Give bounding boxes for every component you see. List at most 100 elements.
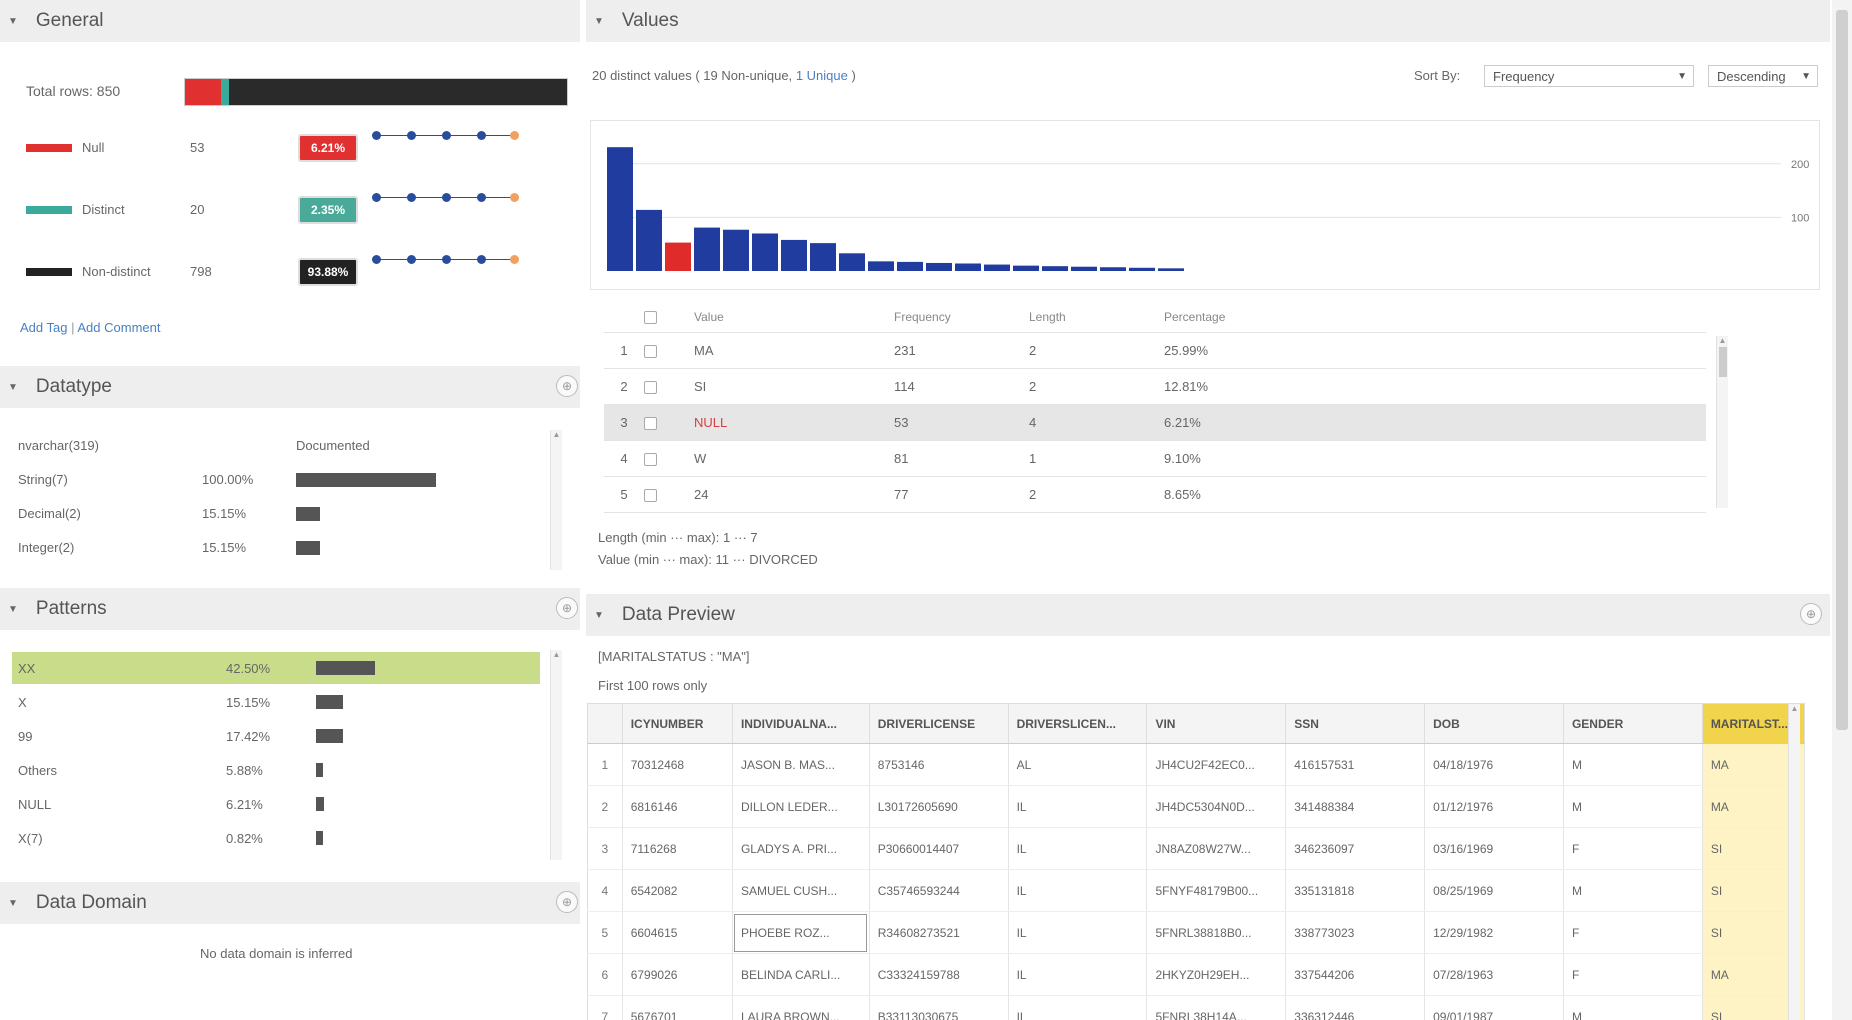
preview-column-header[interactable]: GENDER (1563, 703, 1703, 744)
datatype-expand-icon[interactable]: ⊕ (556, 375, 578, 397)
chart-bar-c16[interactable] (1042, 266, 1068, 271)
patterns-expand-icon[interactable]: ⊕ (556, 597, 578, 619)
chart-bar-c6[interactable] (752, 233, 778, 271)
collapse-triangle-icon[interactable]: ▼ (594, 16, 604, 27)
row-checkbox[interactable] (644, 380, 657, 394)
preview-column-header[interactable]: DRIVERSLICEN... (1008, 703, 1148, 744)
preview-column-header[interactable]: DOB (1424, 703, 1564, 744)
collapse-triangle-icon[interactable]: ▼ (8, 604, 18, 615)
row-checkbox[interactable] (644, 416, 657, 430)
preview-cell[interactable]: 5FNRL38818B0... (1146, 911, 1287, 954)
chart-bar-null[interactable] (665, 242, 691, 271)
preview-table-row[interactable]: 7 5676701 LAURA BROWN... B33113030675 IL 5FNR… (587, 995, 1806, 1020)
preview-table-row[interactable]: 1 70312468 JASON B. MAS... 8753146 AL JH4CU2F… (587, 743, 1806, 786)
patterns-section-header[interactable]: ▼ Patterns (0, 588, 580, 630)
preview-cell[interactable]: 336312446 (1285, 995, 1426, 1020)
row-checkbox[interactable] (644, 344, 657, 358)
preview-cell[interactable]: F (1563, 953, 1703, 996)
values-table-row[interactable]: 4 W 81 1 9.10% (604, 440, 1706, 477)
preview-cell[interactable]: IL (1008, 995, 1148, 1020)
values-table-row[interactable]: 1 MA 231 2 25.99% (604, 332, 1706, 369)
pattern-name[interactable]: X (18, 695, 27, 710)
pattern-row-highlight[interactable] (12, 652, 540, 684)
page-scrollbar[interactable] (1832, 0, 1852, 1020)
preview-cell[interactable]: 70312468 (622, 743, 733, 786)
preview-cell[interactable]: 335131818 (1285, 869, 1426, 912)
values-table-row[interactable]: 2 SI 114 2 12.81% (604, 368, 1706, 405)
pattern-name[interactable]: Others (18, 763, 57, 778)
preview-cell[interactable]: AL (1008, 743, 1148, 786)
preview-cell[interactable]: 6799026 (622, 953, 733, 996)
preview-cell[interactable]: R34608273521 (869, 911, 1009, 954)
preview-cell[interactable]: B33113030675 (869, 995, 1009, 1020)
preview-cell[interactable]: 09/01/1987 (1424, 995, 1564, 1020)
preview-cell[interactable]: JN8AZ08W27W... (1146, 827, 1287, 870)
preview-cell[interactable]: 346236097 (1285, 827, 1426, 870)
chart-bar-c9[interactable] (839, 253, 865, 271)
preview-cell[interactable]: M (1563, 995, 1703, 1020)
preview-cell[interactable]: 03/16/1969 (1424, 827, 1564, 870)
chart-bar-c10[interactable] (868, 261, 894, 271)
data-domain-expand-icon[interactable]: ⊕ (556, 891, 578, 913)
preview-column-header[interactable]: ICYNUMBER (622, 703, 733, 744)
preview-cell[interactable]: L30172605690 (869, 785, 1009, 828)
pattern-name[interactable]: X(7) (18, 831, 43, 846)
chart-bar-c15[interactable] (1013, 265, 1039, 271)
preview-cell[interactable]: M (1563, 785, 1703, 828)
preview-cell[interactable]: IL (1008, 869, 1148, 912)
data-preview-expand-icon[interactable]: ⊕ (1800, 603, 1822, 625)
preview-cell[interactable]: 337544206 (1285, 953, 1426, 996)
preview-cell[interactable]: P30660014407 (869, 827, 1009, 870)
preview-cell[interactable]: LAURA BROWN... (732, 995, 870, 1020)
preview-cell[interactable]: 341488384 (1285, 785, 1426, 828)
preview-cell[interactable]: BELINDA CARLI... (732, 953, 870, 996)
unique-values-link[interactable]: 1 Unique (796, 68, 848, 83)
datatype-section-header[interactable]: ▼ Datatype (0, 366, 580, 408)
preview-cell[interactable]: 5FNYF48179B00... (1146, 869, 1287, 912)
values-table-row[interactable]: 5 24 77 2 8.65% (604, 476, 1706, 513)
preview-cell[interactable]: 416157531 (1285, 743, 1426, 786)
preview-cell[interactable]: C33324159788 (869, 953, 1009, 996)
preview-cell[interactable]: IL (1008, 911, 1148, 954)
general-section-header[interactable]: ▼ General (0, 0, 580, 42)
chart-bar-c17[interactable] (1071, 266, 1097, 271)
chart-bar-c7[interactable] (781, 239, 807, 271)
chart-bar-si[interactable] (636, 209, 662, 271)
preview-cell[interactable]: PHOEBE ROZ... (732, 911, 870, 954)
datatype-scrollbar[interactable]: ▲ (550, 430, 562, 570)
chart-bar-ma[interactable] (607, 147, 633, 271)
preview-table-row[interactable]: 2 6816146 DILLON LEDER... L30172605690 IL JH4… (587, 785, 1806, 828)
preview-cell[interactable]: 6816146 (622, 785, 733, 828)
preview-table-scrollbar[interactable]: ▲ (1788, 704, 1800, 1020)
col-header-frequency[interactable]: Frequency (894, 302, 1029, 333)
data-domain-section-header[interactable]: ▼ Data Domain (0, 882, 580, 924)
chart-bar-c8[interactable] (810, 243, 836, 271)
page-scroll-thumb[interactable] (1836, 10, 1848, 730)
values-scroll-thumb[interactable] (1718, 347, 1727, 377)
sort-by-select[interactable]: Frequency ▼ (1484, 65, 1694, 87)
col-header-percentage[interactable]: Percentage (1164, 302, 1706, 333)
preview-cell[interactable]: M (1563, 869, 1703, 912)
preview-cell[interactable]: F (1563, 827, 1703, 870)
preview-cell[interactable]: C35746593244 (869, 869, 1009, 912)
collapse-triangle-icon[interactable]: ▼ (8, 16, 18, 27)
chart-bar-c20[interactable] (1158, 268, 1184, 271)
preview-cell[interactable]: JH4DC5304N0D... (1146, 785, 1287, 828)
preview-cell[interactable]: DILLON LEDER... (732, 785, 870, 828)
row-checkbox[interactable] (644, 452, 657, 466)
preview-cell[interactable]: IL (1008, 827, 1148, 870)
preview-cell[interactable]: IL (1008, 785, 1148, 828)
preview-column-header[interactable]: INDIVIDUALNA... (732, 703, 870, 744)
row-checkbox[interactable] (644, 488, 657, 502)
col-header-length[interactable]: Length (1029, 302, 1164, 333)
add-comment-link[interactable]: Add Comment (77, 320, 160, 335)
preview-cell[interactable]: 01/12/1976 (1424, 785, 1564, 828)
preview-cell[interactable]: 04/18/1976 (1424, 743, 1564, 786)
preview-cell[interactable]: F (1563, 911, 1703, 954)
preview-cell[interactable]: 12/29/1982 (1424, 911, 1564, 954)
data-preview-section-header[interactable]: ▼ Data Preview (586, 594, 1830, 636)
preview-cell[interactable]: 07/28/1963 (1424, 953, 1564, 996)
preview-cell[interactable]: JH4CU2F42EC0... (1146, 743, 1287, 786)
preview-cell[interactable]: 7116268 (622, 827, 733, 870)
preview-cell[interactable]: GLADYS A. PRI... (732, 827, 870, 870)
